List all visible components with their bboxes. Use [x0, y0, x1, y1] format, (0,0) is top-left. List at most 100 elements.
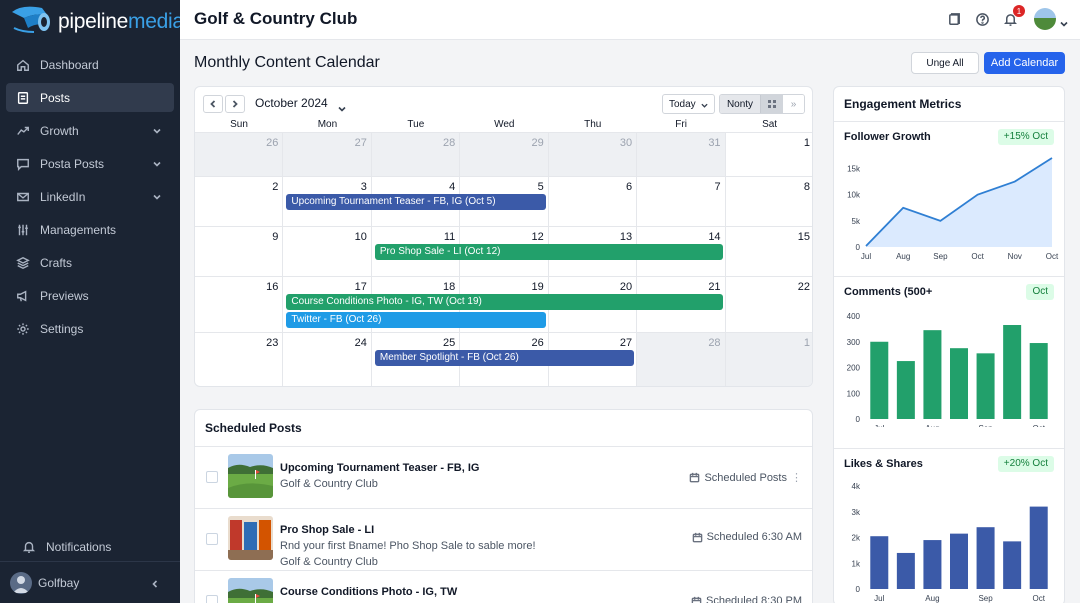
post-status-label: Scheduled 6:30 AM — [706, 531, 802, 543]
grid-view-icon[interactable] — [760, 95, 782, 113]
sidebar-item-growth[interactable]: Growth — [6, 116, 174, 145]
calendar-grid: 26 27 28 29 30 31 1 2 3 4 5 6 7 8 9 10 11 12 13 14 15 16 17 18 1… — [195, 132, 812, 386]
calendar-day-cell[interactable]: 30 — [548, 132, 638, 176]
x-tick-label: Jul — [874, 424, 884, 427]
more-icon[interactable]: ⋮ — [791, 471, 802, 484]
sidebar-item-label: Dashboard — [40, 57, 99, 72]
post-title[interactable]: Course Conditions Photo - IG, TW — [280, 586, 457, 598]
sidebar-item-posts[interactable]: Posts — [6, 83, 174, 112]
calendar-day-cell[interactable]: 1 — [725, 132, 812, 176]
day-number: 28 — [708, 337, 721, 349]
unge-all-button[interactable]: Unge All — [911, 52, 979, 74]
scheduled-post-row[interactable]: Upcoming Tournament Teaser - FB, IG Golf … — [195, 446, 812, 508]
calendar-day-cell[interactable]: 23 — [195, 332, 284, 386]
sidebar-item-label: Growth — [40, 123, 79, 138]
x-tick-label: Aug — [925, 424, 939, 427]
day-number: 10 — [354, 231, 367, 243]
day-number: 6 — [626, 181, 633, 193]
calendar-event[interactable]: Twitter - FB (Oct 26) — [286, 312, 546, 328]
chevron-down-icon[interactable] — [338, 100, 346, 112]
chevron-down-icon — [152, 191, 162, 201]
bell-icon — [22, 540, 36, 554]
document-icon — [16, 91, 30, 105]
y-tick-label: 0 — [856, 415, 861, 424]
calendar-event[interactable]: Upcoming Tournament Teaser - FB, IG (Oct… — [286, 194, 546, 210]
calendar-day-cell[interactable]: 10 — [283, 226, 372, 276]
scheduled-post-row[interactable]: Pro Shop Sale - LI Rnd your first Bname! … — [195, 508, 812, 570]
post-thumbnail — [228, 578, 273, 603]
calendar-day-cell[interactable]: 29 — [460, 132, 549, 176]
day-number: 28 — [443, 137, 456, 149]
sliders-icon — [16, 223, 30, 237]
post-checkbox[interactable] — [206, 595, 218, 603]
y-tick-label: 2k — [852, 534, 861, 543]
calendar-day-cell[interactable]: 16 — [195, 276, 284, 332]
month-label[interactable]: October 2024 — [255, 96, 328, 110]
post-checkbox[interactable] — [206, 471, 218, 483]
prev-month-button[interactable] — [203, 95, 223, 113]
chevron-down-icon — [152, 158, 162, 168]
sidebar-item-linkedin[interactable]: LinkedIn — [6, 182, 174, 211]
post-thumbnail — [228, 516, 273, 560]
calendar-day-cell[interactable]: 1 — [725, 332, 812, 386]
add-calendar-button[interactable]: Add Calendar — [984, 52, 1065, 74]
post-checkbox[interactable] — [206, 533, 218, 545]
calendar-day-cell[interactable]: 22 — [725, 276, 812, 332]
chevron-down-icon[interactable] — [1060, 15, 1068, 27]
x-tick-label: Jul — [861, 252, 871, 261]
today-button[interactable]: Today — [662, 94, 715, 114]
weekday-label: Sat — [762, 119, 778, 130]
metric-change-badge: Oct — [1026, 284, 1054, 300]
user-menu[interactable]: Golfbay — [6, 568, 174, 598]
day-number: 19 — [531, 281, 544, 293]
post-title[interactable]: Pro Shop Sale - LI — [280, 524, 374, 536]
sidebar-item-notifications[interactable]: Notifications — [12, 532, 168, 561]
notification-count-badge: 1 — [1013, 5, 1025, 17]
bar — [976, 527, 995, 589]
calendar-day-cell[interactable]: 9 — [195, 226, 284, 276]
collapse-chevron-icon[interactable] — [150, 578, 160, 588]
calendar-day-cell[interactable]: 31 — [637, 132, 726, 176]
x-tick-label: Sep — [978, 594, 993, 603]
notifications-bell-icon[interactable]: 1 — [1001, 5, 1025, 28]
calendar-day-cell[interactable]: 24 — [283, 332, 372, 386]
sidebar-item-managements[interactable]: Managements — [6, 215, 174, 244]
day-number: 1 — [803, 137, 810, 149]
calendar-day-cell[interactable]: 15 — [725, 226, 812, 276]
help-icon[interactable] — [973, 10, 991, 28]
calendar-day-cell[interactable]: 28 — [637, 332, 726, 386]
calendar-day-cell[interactable]: 2 — [195, 176, 284, 226]
sidebar-item-settings[interactable]: Settings — [6, 314, 174, 343]
calendar-day-cell[interactable]: 27 — [283, 132, 372, 176]
bar — [1029, 343, 1048, 419]
post-detail: Golf & Country Club — [280, 478, 378, 490]
chevron-right-icon — [232, 100, 238, 108]
month-view-button[interactable]: Nonty — [720, 95, 760, 113]
calendar-event[interactable]: Member Spotlight - FB (Oct 26) — [374, 350, 635, 366]
sidebar-item-posta-posts[interactable]: Posta Posts — [6, 149, 174, 178]
sidebar-item-dashboard[interactable]: Dashboard — [6, 50, 174, 79]
post-title[interactable]: Upcoming Tournament Teaser - FB, IG — [280, 462, 479, 474]
copy-icon[interactable] — [945, 10, 963, 28]
calendar-day-cell[interactable]: 7 — [637, 176, 726, 226]
y-tick-label: 200 — [847, 364, 861, 373]
calendar-day-cell[interactable]: 6 — [548, 176, 638, 226]
calendar-event[interactable]: Pro Shop Sale - LI (Oct 12) — [374, 244, 723, 260]
sidebar-item-crafts[interactable]: Crafts — [6, 248, 174, 277]
calendar-event[interactable]: Course Conditions Photo - IG, TW (Oct 19… — [286, 294, 723, 310]
day-number: 27 — [619, 337, 633, 349]
sidebar-item-previews[interactable]: Previews — [6, 281, 174, 310]
scheduled-post-row[interactable]: Course Conditions Photo - IG, TWCourse C… — [195, 570, 812, 603]
sidebar-item-label: Settings — [40, 321, 84, 336]
double-chevron-icon[interactable]: » — [782, 95, 804, 113]
calendar-day-cell[interactable]: 26 — [195, 132, 284, 176]
calendar-day-cell[interactable]: 8 — [725, 176, 812, 226]
chart-2: 0 1k 2k 3k 4k Jul Aug Sep Oct — [852, 482, 1048, 603]
calendar-day-cell[interactable]: 28 — [371, 132, 461, 176]
next-month-button[interactable] — [225, 95, 245, 113]
layers-icon — [16, 256, 30, 270]
app-logo[interactable]: pipelinemedia — [0, 0, 184, 44]
bar — [896, 552, 915, 589]
user-avatar[interactable] — [1034, 8, 1056, 30]
engagement-title: Engagement Metrics — [844, 97, 962, 111]
